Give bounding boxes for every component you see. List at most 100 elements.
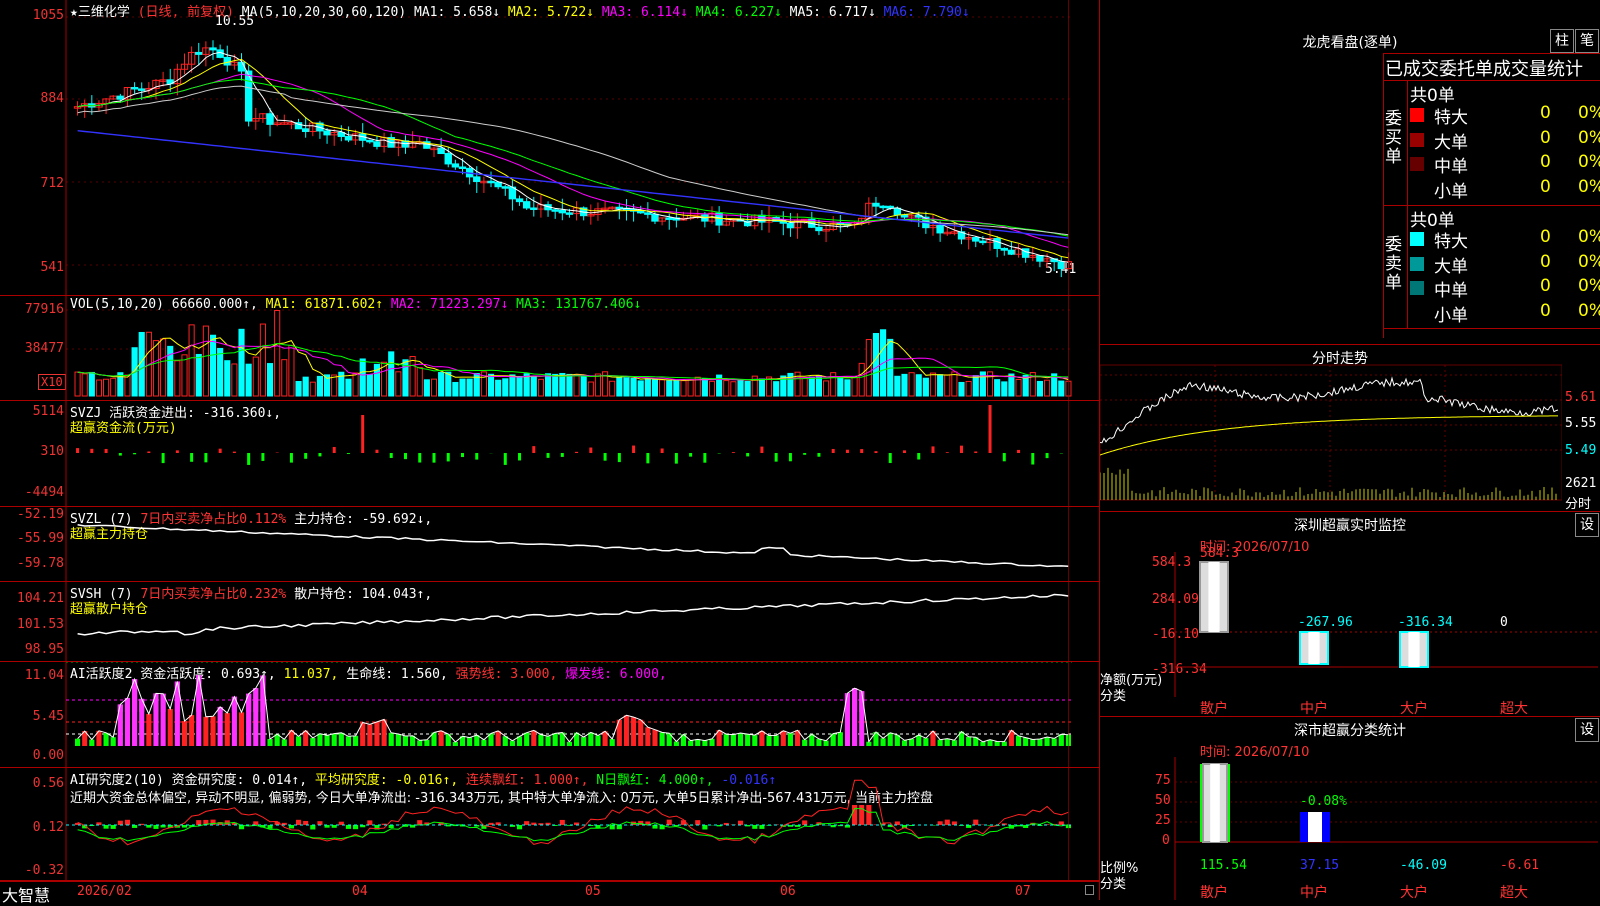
svsh-chart[interactable] [0, 582, 1100, 661]
order-tabs[interactable]: 已成交委托单成交量统计 [1385, 55, 1583, 81]
volume-bar [410, 356, 415, 396]
intraday-axis-label: 5.55 [1565, 416, 1596, 431]
activity-bar [652, 730, 657, 746]
activity-bar [709, 739, 714, 746]
volume-bar [545, 374, 550, 396]
activity-bar [1059, 734, 1064, 746]
volume-bar [824, 381, 829, 396]
activity-peak [196, 675, 201, 711]
volume-bar [104, 379, 109, 396]
candle [559, 210, 565, 213]
volume-bar [396, 372, 401, 396]
research-bar [125, 820, 130, 825]
date-tick: 07 [1015, 884, 1031, 899]
category-ratio-chart[interactable] [1100, 717, 1600, 900]
activity-bar [980, 742, 985, 746]
order-count: 0 [1540, 177, 1551, 197]
candle [302, 129, 308, 132]
activity-bar [325, 735, 330, 746]
volume-bar [82, 374, 87, 396]
volume-bar [360, 359, 365, 396]
activity-bar [1037, 739, 1042, 746]
intraday-chart[interactable] [1100, 345, 1562, 511]
volume-bar [310, 382, 315, 396]
tick-mode-button[interactable]: 笔 [1575, 29, 1599, 53]
activity-bar [724, 734, 729, 746]
candlestick-chart[interactable] [0, 0, 1100, 295]
activity-bar [310, 738, 315, 746]
svzl-panel[interactable]: SVZL (7) 7日内买卖净占比0.112% 主力持仓: -59.692↓, … [0, 507, 1100, 582]
lock-icon[interactable] [1085, 885, 1094, 895]
ai-research-chart[interactable] [0, 768, 1100, 880]
research-bar [667, 820, 672, 825]
research-bar [738, 821, 743, 825]
ai-research-panel[interactable]: AI研究度2(10) 资金研究度: 0.014↑, 平均研究度: -0.016↑… [0, 768, 1100, 881]
research-bar [802, 820, 807, 825]
research-bar [952, 821, 957, 825]
activity-bar [545, 736, 550, 746]
research-bar [346, 825, 351, 829]
order-row: 小单00% [1410, 301, 1600, 325]
order-percent: 0% [1578, 177, 1600, 197]
activity-bar [282, 739, 287, 746]
volume-bar [346, 379, 351, 396]
volume-bar [610, 381, 615, 396]
candle [787, 223, 793, 228]
ai-activity-chart[interactable] [0, 662, 1100, 767]
candle [980, 241, 986, 243]
candle [645, 213, 651, 215]
bar-mode-button[interactable]: 柱 [1550, 29, 1574, 53]
ai-activity-panel[interactable]: AI活跃度2 资金活跃度: 0.693↑, 11.037, 生命线: 1.560… [0, 662, 1100, 768]
activity-bar [802, 740, 807, 746]
volume-bar [938, 375, 943, 396]
ma-line [78, 131, 1069, 238]
category-stats-panel[interactable]: 深市超赢分类统计 设 时间: 2026/07/10 75 50 25 0 比例%… [1100, 717, 1600, 900]
candle [652, 214, 658, 221]
activity-bar [631, 717, 636, 746]
volume-chart[interactable] [0, 296, 1100, 400]
volume-bar [595, 374, 600, 396]
activity-bar [588, 732, 593, 746]
order-row: 大单00% [1410, 252, 1600, 276]
research-bar [517, 825, 522, 829]
volume-bar [488, 374, 493, 396]
svzj-chart[interactable] [0, 401, 1100, 506]
order-size-name: 中单 [1434, 152, 1468, 177]
order-count: 0 [1540, 252, 1551, 272]
svzl-chart[interactable] [0, 507, 1100, 581]
research-bar [196, 820, 201, 825]
volume-bar [431, 379, 436, 396]
volume-bar [96, 380, 101, 396]
retail-ratio-inner-highlight [1210, 764, 1220, 842]
realtime-bar-chart[interactable] [1100, 512, 1600, 716]
volume-bar [125, 375, 130, 396]
activity-bar [346, 736, 351, 746]
candle [937, 226, 943, 233]
volume-bar [995, 380, 1000, 396]
activity-bar [524, 733, 529, 746]
order-count: 0 [1540, 227, 1551, 247]
volume-bar [574, 375, 579, 396]
research-bar [118, 821, 123, 825]
color-swatch [1410, 281, 1424, 295]
main-price-panel[interactable]: ★三维化学 (日线, 前复权) MA(5,10,20,30,60,120) MA… [0, 0, 1100, 296]
intraday-panel[interactable]: 分时走势 5.61 5.55 5.49 2621 分时 [1100, 345, 1600, 511]
volume-bar [1044, 380, 1049, 396]
date-tick: 2026/02 [77, 884, 132, 899]
volume-bar [930, 373, 935, 396]
svsh-panel[interactable]: SVSH (7) 7日内买卖净占比0.232% 散户持仓: 104.043↑, … [0, 582, 1100, 662]
svzj-panel[interactable]: SVZJ 活跃资金进出: -316.360↓, 超赢资金流(万元) 5114 3… [0, 401, 1100, 507]
volume-bar [845, 380, 850, 396]
realtime-monitor-panel[interactable]: 深圳超赢实时监控 设 时间: 2026/07/10 584.3 284.09 -… [1100, 512, 1600, 716]
research-bar [895, 821, 900, 825]
activity-bar [332, 734, 337, 746]
volume-bar [959, 382, 964, 396]
activity-peak [232, 697, 237, 712]
volume-bar [617, 377, 622, 396]
activity-bar [182, 721, 187, 746]
activity-bar [581, 737, 586, 746]
volume-panel[interactable]: VOL(5,10,20) 66660.000↑, MA1: 61871.602↑… [0, 296, 1100, 401]
candle [117, 96, 123, 99]
volume-bar [239, 329, 244, 396]
volume-bar [916, 375, 921, 396]
